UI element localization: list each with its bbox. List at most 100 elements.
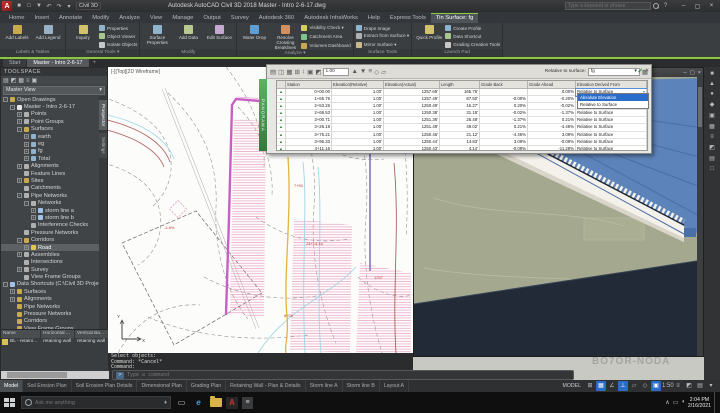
viewport-controls-label[interactable]: [-][Top][2D Wireframe] [111, 69, 160, 75]
table-row[interactable]: ▲ 3+75.21 1.00' 1250.46' 21.12' -4.46% 3… [277, 132, 647, 139]
autocad-taskbar-icon[interactable]: A [226, 397, 238, 409]
qat-icon[interactable]: □ [25, 3, 33, 9]
ribbon-button[interactable]: Data Shortcut [445, 32, 500, 40]
tree-expander[interactable]: - [24, 201, 29, 206]
elevation-derived-from-cell[interactable]: Relative to Surface [576, 139, 647, 146]
ribbon-button[interactable]: Volumes Dashboard [301, 42, 350, 50]
command-input-bar[interactable]: > [112, 370, 574, 380]
table-row[interactable]: ▲ 4+11.16 1.00' 1250.43' 4.14' -0.09% -1… [277, 146, 647, 151]
ribbon-button[interactable]: Add Data [173, 24, 203, 49]
toolspace-toolbar-icon[interactable]: ◩ [11, 77, 17, 84]
table-column-header[interactable]: Elevation Derived From [576, 81, 647, 89]
tree-expander[interactable] [10, 312, 15, 317]
model-space-label[interactable]: MODEL [563, 383, 581, 389]
panorama-tool-icon[interactable]: ◩ [315, 68, 321, 76]
close-button[interactable]: × [705, 1, 718, 11]
status-toggle-icon[interactable]: ▦ [596, 381, 606, 391]
ribbon-button[interactable]: Water Drop [239, 24, 269, 50]
layout-tab[interactable]: Grading Plan [187, 380, 226, 392]
ribbon-button[interactable]: Quick Profile [414, 24, 444, 49]
panorama-tool-icon[interactable]: ▱ [381, 68, 386, 76]
status-toggle-icon[interactable]: ▣ [651, 381, 661, 391]
panorama-tool-icon[interactable]: ▤ [270, 68, 276, 76]
ribbon-tab[interactable]: Analyze [114, 14, 145, 23]
status-toggle-icon[interactable]: ▾ [706, 381, 716, 391]
dock-toolbar-icon[interactable]: □ [710, 166, 714, 172]
tree-item[interactable]: + Sites [1, 177, 99, 184]
tree-expander[interactable]: + [24, 134, 29, 139]
maximize-button[interactable]: ▢ [690, 70, 695, 76]
status-toggle-icon[interactable]: ⊞ [585, 381, 595, 391]
command-input[interactable] [127, 372, 570, 378]
ribbon-tab[interactable]: Tin Surface: fg [431, 13, 478, 23]
ribbon-button[interactable]: Visibility Check ▾ [301, 24, 350, 32]
ribbon-tab[interactable]: Modify [87, 14, 114, 23]
panorama-side-tab[interactable]: PANORAMA [259, 79, 267, 151]
tree-item[interactable]: + Alignments [1, 296, 99, 303]
layout-tab[interactable]: Model [0, 380, 23, 392]
help-icon[interactable]: ? [661, 3, 670, 9]
qat-icon[interactable]: ▼ [35, 3, 43, 9]
tree-item[interactable]: - Open Drawings [1, 96, 99, 103]
tree-expander[interactable]: + [17, 267, 22, 272]
panorama-tool-icon[interactable]: ◇ [374, 68, 379, 76]
list-column-header[interactable]: Horizontal ... [41, 330, 75, 338]
tree-item[interactable]: + Points [1, 111, 99, 118]
tree-item[interactable]: Pipe Networks [1, 303, 99, 310]
toolspace-toolbar-icon[interactable]: ≡ [26, 78, 30, 84]
cortana-search[interactable]: ♦ [21, 396, 171, 409]
tree-item[interactable]: + eg [1, 140, 99, 147]
status-toggle-icon[interactable]: ▱ [629, 381, 639, 391]
tree-expander[interactable] [24, 223, 29, 228]
app-menu-icon[interactable]: A [2, 1, 12, 11]
task-view-icon[interactable]: ▭ [175, 396, 188, 409]
panorama-tool-icon[interactable]: ▦ [286, 68, 292, 76]
tree-expander[interactable] [17, 186, 22, 191]
tree-item[interactable]: Pressure Networks [1, 229, 99, 236]
ribbon-tab[interactable]: Autodesk InfraWorks [299, 14, 363, 23]
ribbon-button[interactable]: Properties [99, 24, 137, 32]
panorama-tool-icon[interactable]: ▲ [351, 68, 357, 76]
table-column-header[interactable] [277, 81, 286, 89]
ribbon-tab[interactable]: Help [363, 14, 385, 23]
layout-tab[interactable]: Soil Erosion Plan [23, 380, 72, 392]
show-desktop-button[interactable] [714, 392, 717, 413]
ribbon-tab[interactable]: Express Tools [385, 14, 431, 23]
elevation-derived-from-cell[interactable]: Relative to Surface [576, 146, 647, 151]
elevation-derived-from-cell[interactable]: Relative to Surface [576, 110, 647, 117]
ribbon-button[interactable]: Drape Image [356, 24, 409, 32]
minimize-button[interactable]: – [677, 1, 690, 11]
ribbon-button[interactable]: Mirror Surface ▾ [356, 41, 409, 49]
tree-expander[interactable] [10, 319, 15, 324]
ribbon-tab[interactable]: Autodesk 360 [254, 14, 299, 23]
panorama-tool-icon[interactable]: ◫ [278, 68, 284, 76]
qat-icon[interactable]: ↶ [45, 3, 53, 10]
table-row[interactable]: ▲ 2+69.53 1.00' 1250.38' 31.18' -0.02% -… [277, 110, 647, 117]
panorama-tool-icon[interactable]: ↕ [302, 68, 305, 76]
status-toggle-icon[interactable]: ≡ [673, 381, 683, 391]
ribbon-button[interactable]: Resolve Crossing Breaklines [270, 24, 300, 50]
tree-item[interactable]: View Frame Groups [1, 273, 99, 280]
tree-item[interactable]: + Surfaces [1, 288, 99, 295]
keyword-search-input[interactable] [565, 2, 651, 10]
maximize-button[interactable]: ▢ [691, 1, 704, 11]
dock-toolbar-icon[interactable]: ≡ [710, 134, 714, 140]
taskbar-clock[interactable]: 2:04 PM 2/16/2021 [688, 397, 711, 409]
close-button[interactable]: × [698, 70, 701, 76]
tree-expander[interactable] [10, 304, 15, 309]
elevation-derived-from-cell[interactable]: Relative to Surface [576, 117, 647, 124]
ribbon-button[interactable]: Grading Creation Tools [445, 41, 500, 49]
tree-expander[interactable]: - [17, 238, 22, 243]
tray-icon[interactable]: ▭ [673, 399, 679, 406]
status-toggle-icon[interactable]: 1:50 [662, 381, 672, 391]
tree-expander[interactable]: + [31, 215, 36, 220]
minimize-button[interactable]: ‒ [684, 70, 687, 76]
tree-item[interactable]: + Road [1, 244, 99, 251]
edge-browser-icon[interactable]: e [192, 396, 205, 409]
ribbon-tab[interactable]: Insert [29, 14, 54, 23]
new-drawing-tab-button[interactable]: + [90, 59, 100, 67]
ribbon-button[interactable]: Catchment Area [301, 33, 350, 41]
tree-expander[interactable]: + [10, 297, 15, 302]
tree-expander[interactable] [17, 275, 22, 280]
ribbon-tab[interactable]: Annotate [54, 14, 87, 23]
